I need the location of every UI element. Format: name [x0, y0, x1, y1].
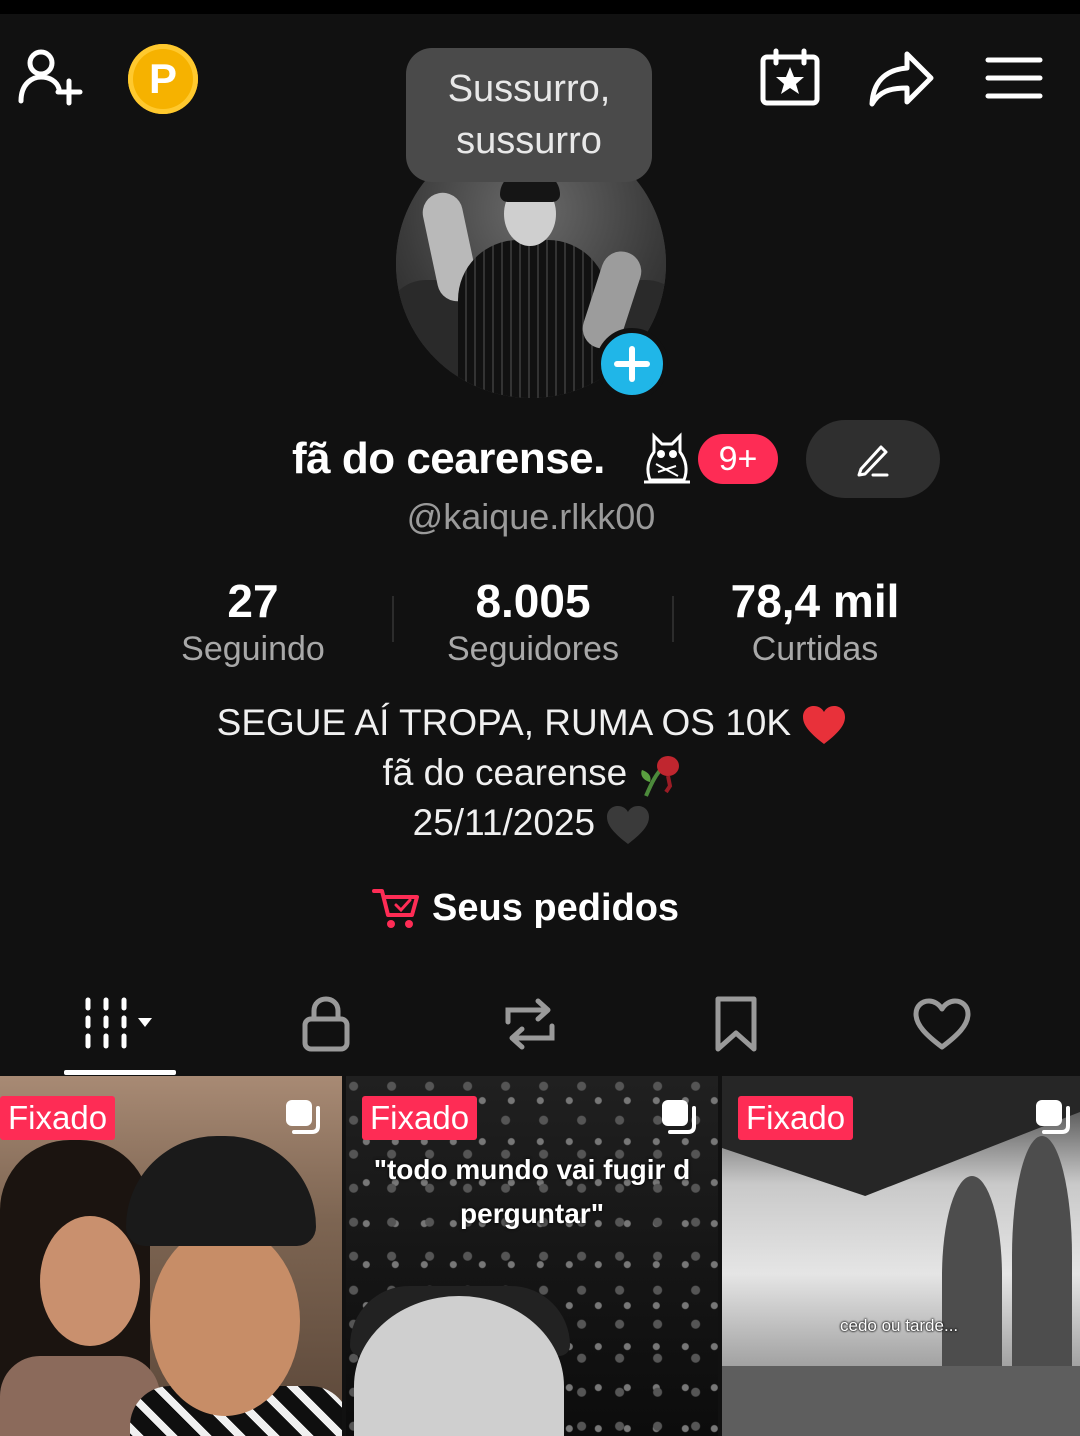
calendar-star-icon[interactable]	[756, 46, 824, 110]
display-name: fã do cearense.	[292, 434, 605, 483]
bio-line-1: SEGUE AÍ TROPA, RUMA OS 10K	[0, 698, 1064, 748]
bookmark-icon	[715, 996, 757, 1052]
stat-divider	[672, 596, 674, 642]
edit-profile-button[interactable]	[806, 420, 940, 498]
likes-count: 78,4 mil	[730, 575, 900, 627]
username-handle: @kaique.rlkk00	[406, 496, 656, 537]
followers-count: 8.005	[475, 575, 591, 627]
orders-label: Seus pedidos	[432, 886, 680, 929]
stat-divider	[392, 596, 394, 642]
likes-label: Curtidas	[751, 630, 879, 668]
multi-photo-icon	[286, 1100, 320, 1134]
name-row: fã do cearense. 9+	[0, 420, 1080, 502]
thumbnail-tree	[942, 1176, 1002, 1376]
lock-icon	[302, 996, 350, 1052]
thumbnail-figure	[126, 1136, 316, 1246]
bio-line-2: fã do cearense	[0, 748, 1064, 798]
thumbnail-road	[722, 1366, 1080, 1436]
thumbnail-figure	[40, 1216, 140, 1346]
bio-text-2: fã do cearense	[382, 752, 628, 793]
video-tile[interactable]: Fixado	[0, 1076, 342, 1436]
owl-icon	[644, 432, 690, 484]
share-icon[interactable]	[866, 46, 938, 110]
notifications-badge[interactable]: 9+	[698, 434, 778, 484]
status-tooltip[interactable]: Sussurro, sussurro	[406, 48, 652, 182]
plus-icon	[614, 346, 650, 382]
stat-following[interactable]: 27 Seguindo	[118, 574, 388, 670]
points-icon[interactable]: P	[128, 44, 198, 114]
black-heart-icon	[607, 806, 650, 845]
pinned-badge: Fixado	[738, 1096, 854, 1140]
followers-label: Seguidores	[446, 630, 619, 668]
bio-line-3: 25/11/2025	[0, 798, 1064, 848]
stat-likes[interactable]: 78,4 mil Curtidas	[680, 574, 950, 670]
multi-photo-icon	[662, 1100, 696, 1134]
tab-saved[interactable]	[676, 984, 796, 1064]
tab-liked[interactable]	[882, 984, 1002, 1064]
video-tile[interactable]: cedo ou tarde... Fixado	[722, 1076, 1080, 1436]
tooltip-line-2: sussurro	[456, 120, 602, 162]
menu-icon[interactable]	[980, 50, 1048, 106]
heart-outline-icon	[913, 998, 971, 1050]
status-strip	[0, 0, 1080, 14]
bio-text-1: SEGUE AÍ TROPA, RUMA OS 10K	[216, 702, 792, 743]
tab-reposts[interactable]	[470, 984, 590, 1064]
multi-photo-icon	[1036, 1100, 1070, 1134]
pinned-badge: Fixado	[362, 1096, 478, 1140]
add-user-icon[interactable]	[14, 44, 86, 110]
red-heart-icon	[803, 706, 846, 745]
video-tile[interactable]: "todo mundo vai fugir d perguntar" Fixad…	[346, 1076, 718, 1436]
tooltip-line-1: Sussurro,	[447, 68, 611, 110]
repost-icon	[505, 998, 555, 1050]
grid-icon	[85, 997, 152, 1049]
thumbnail-tree	[1012, 1136, 1072, 1376]
following-count: 27	[227, 575, 279, 627]
tab-private[interactable]	[266, 984, 386, 1064]
orders-link[interactable]: Seus pedidos	[372, 880, 679, 936]
thumbnail-caption: cedo ou tarde...	[840, 1316, 959, 1335]
wilted-rose-icon	[640, 756, 679, 798]
add-story-button[interactable]	[596, 328, 668, 400]
pinned-badge: Fixado	[0, 1096, 116, 1140]
active-tab-indicator	[64, 1070, 176, 1075]
following-label: Seguindo	[181, 630, 325, 668]
stat-followers[interactable]: 8.005 Seguidores	[398, 574, 668, 670]
cart-icon	[372, 889, 419, 928]
thumbnail-caption-1: "todo mundo vai fugir d	[373, 1154, 691, 1185]
thumbnail-figure	[150, 1226, 300, 1416]
tab-videos[interactable]	[60, 984, 180, 1064]
bio-text-3: 25/11/2025	[412, 802, 596, 843]
pencil-icon	[857, 445, 889, 477]
thumbnail-caption-2: perguntar"	[460, 1198, 604, 1229]
points-letter: P	[148, 55, 177, 102]
